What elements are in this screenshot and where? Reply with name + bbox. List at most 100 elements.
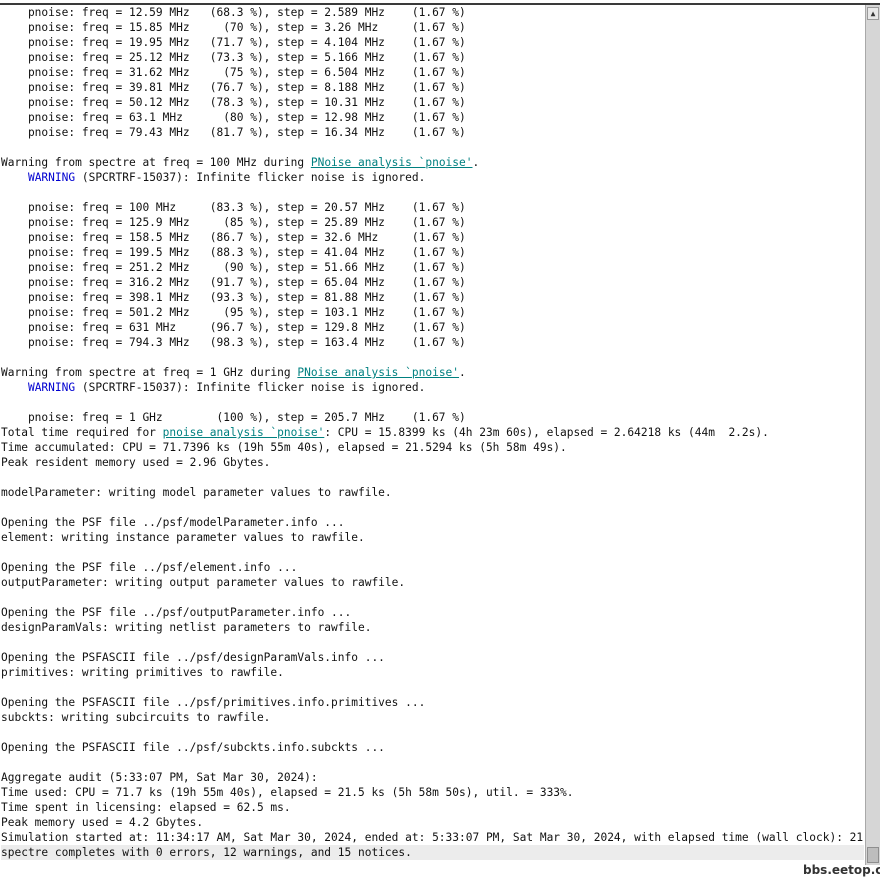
log-text: Opening the PSFASCII file ../psf/primiti… xyxy=(1,696,426,709)
log-text: spectre completes with 0 errors, 12 warn… xyxy=(1,846,412,859)
log-line: pnoise: freq = 25.12 MHz (73.3 %), step … xyxy=(1,50,466,65)
log-text: pnoise: freq = 79.43 MHz (81.7 %), step … xyxy=(1,126,466,139)
log-text: Time used: CPU = 71.7 ks (19h 55m 40s), … xyxy=(1,786,574,799)
vertical-scrollbar[interactable]: ▲ xyxy=(865,5,880,865)
log-line: WARNING (SPCRTRF-15037): Infinite flicke… xyxy=(1,170,425,185)
log-line: WARNING (SPCRTRF-15037): Infinite flicke… xyxy=(1,380,425,395)
log-text: pnoise: freq = 15.85 MHz (70 %), step = … xyxy=(1,21,466,34)
log-line: Warning from spectre at freq = 100 MHz d… xyxy=(1,155,479,170)
log-text: pnoise: freq = 100 MHz (83.3 %), step = … xyxy=(1,201,466,214)
watermark: bbs.eetop.cn xyxy=(803,863,880,877)
log-line: pnoise: freq = 631 MHz (96.7 %), step = … xyxy=(1,320,466,335)
analysis-link[interactable]: PNoise analysis `pnoise' xyxy=(297,366,459,379)
analysis-link[interactable]: PNoise analysis `pnoise' xyxy=(311,156,473,169)
log-line: pnoise: freq = 19.95 MHz (71.7 %), step … xyxy=(1,35,466,50)
log-line: Aggregate audit (5:33:07 PM, Sat Mar 30,… xyxy=(1,770,318,785)
log-text: pnoise: freq = 31.62 MHz (75 %), step = … xyxy=(1,66,466,79)
log-text: Total time required for xyxy=(1,426,163,439)
log-text: pnoise: freq = 1 GHz (100 %), step = 205… xyxy=(1,411,466,424)
log-text: pnoise: freq = 199.5 MHz (88.3 %), step … xyxy=(1,246,466,259)
log-text: Aggregate audit (5:33:07 PM, Sat Mar 30,… xyxy=(1,771,318,784)
log-line: element: writing instance parameter valu… xyxy=(1,530,365,545)
log-line: Opening the PSF file ../psf/modelParamet… xyxy=(1,515,345,530)
log-line: spectre completes with 0 errors, 12 warn… xyxy=(1,845,864,860)
log-line: Total time required for pnoise analysis … xyxy=(1,425,769,440)
log-text: Peak resident memory used = 2.96 Gbytes. xyxy=(1,456,271,469)
log-text: pnoise: freq = 50.12 MHz (78.3 %), step … xyxy=(1,96,466,109)
log-text: Opening the PSF file ../psf/modelParamet… xyxy=(1,516,345,529)
log-line: pnoise: freq = 1 GHz (100 %), step = 205… xyxy=(1,410,466,425)
log-line: pnoise: freq = 158.5 MHz (86.7 %), step … xyxy=(1,230,466,245)
log-line: Time used: CPU = 71.7 ks (19h 55m 40s), … xyxy=(1,785,574,800)
scroll-thumb[interactable] xyxy=(867,847,879,863)
scroll-up-arrow-icon[interactable]: ▲ xyxy=(867,7,879,20)
log-line: pnoise: freq = 199.5 MHz (88.3 %), step … xyxy=(1,245,466,260)
log-text: pnoise: freq = 39.81 MHz (76.7 %), step … xyxy=(1,81,466,94)
log-line: pnoise: freq = 63.1 MHz (80 %), step = 1… xyxy=(1,110,466,125)
log-text: pnoise: freq = 316.2 MHz (91.7 %), step … xyxy=(1,276,466,289)
log-line: Peak resident memory used = 2.96 Gbytes. xyxy=(1,455,270,470)
log-text: Warning from spectre at freq = 100 MHz d… xyxy=(1,156,311,169)
log-text: Time accumulated: CPU = 71.7396 ks (19h … xyxy=(1,441,567,454)
log-line: Simulation started at: 11:34:17 AM, Sat … xyxy=(1,830,864,845)
log-text: designParamVals: writing netlist paramet… xyxy=(1,621,372,634)
log-line: Warning from spectre at freq = 1 GHz dur… xyxy=(1,365,466,380)
log-line: Time accumulated: CPU = 71.7396 ks (19h … xyxy=(1,440,567,455)
log-text: pnoise: freq = 125.9 MHz (85 %), step = … xyxy=(1,216,466,229)
log-line: subckts: writing subcircuits to rawfile. xyxy=(1,710,270,725)
warning-label: WARNING xyxy=(27,171,76,184)
log-text: Simulation started at: 11:34:17 AM, Sat … xyxy=(1,831,864,844)
log-line: Opening the PSF file ../psf/outputParame… xyxy=(1,605,351,620)
log-line: Peak memory used = 4.2 Gbytes. xyxy=(1,815,203,830)
log-text: pnoise: freq = 12.59 MHz (68.3 %), step … xyxy=(1,6,466,19)
log-line: pnoise: freq = 39.81 MHz (76.7 %), step … xyxy=(1,80,466,95)
log-text: Warning from spectre at freq = 1 GHz dur… xyxy=(1,366,298,379)
log-text: pnoise: freq = 63.1 MHz (80 %), step = 1… xyxy=(1,111,466,124)
log-line: pnoise: freq = 12.59 MHz (68.3 %), step … xyxy=(1,5,466,20)
log-line: pnoise: freq = 125.9 MHz (85 %), step = … xyxy=(1,215,466,230)
log-line: pnoise: freq = 251.2 MHz (90 %), step = … xyxy=(1,260,466,275)
warning-label: WARNING xyxy=(27,381,76,394)
log-text: . xyxy=(459,366,466,379)
log-line: outputParameter: writing output paramete… xyxy=(1,575,405,590)
log-line: pnoise: freq = 31.62 MHz (75 %), step = … xyxy=(1,65,466,80)
log-text: pnoise: freq = 19.95 MHz (71.7 %), step … xyxy=(1,36,466,49)
log-text: pnoise: freq = 251.2 MHz (90 %), step = … xyxy=(1,261,466,274)
log-text: : CPU = 15.8399 ks (4h 23m 60s), elapsed… xyxy=(324,426,769,439)
log-text: . xyxy=(472,156,480,169)
log-text: Opening the PSF file ../psf/outputParame… xyxy=(1,606,352,619)
log-text: subckts: writing subcircuits to rawfile. xyxy=(1,711,271,724)
log-line: pnoise: freq = 794.3 MHz (98.3 %), step … xyxy=(1,335,466,350)
log-text: Opening the PSF file ../psf/element.info… xyxy=(1,561,298,574)
log-text: pnoise: freq = 501.2 MHz (95 %), step = … xyxy=(1,306,466,319)
log-line: pnoise: freq = 100 MHz (83.3 %), step = … xyxy=(1,200,466,215)
log-line: Opening the PSFASCII file ../psf/subckts… xyxy=(1,740,385,755)
log-text: pnoise: freq = 631 MHz (96.7 %), step = … xyxy=(1,321,466,334)
log-line: designParamVals: writing netlist paramet… xyxy=(1,620,371,635)
log-line: pnoise: freq = 15.85 MHz (70 %), step = … xyxy=(1,20,466,35)
log-text: pnoise: freq = 25.12 MHz (73.3 %), step … xyxy=(1,51,466,64)
log-line: pnoise: freq = 501.2 MHz (95 %), step = … xyxy=(1,305,466,320)
log-text: pnoise: freq = 794.3 MHz (98.3 %), step … xyxy=(1,336,466,349)
log-text: Peak memory used = 4.2 Gbytes. xyxy=(1,816,204,829)
log-text: outputParameter: writing output paramete… xyxy=(1,576,406,589)
log-text: (SPCRTRF-15037): Infinite flicker noise … xyxy=(75,381,426,394)
log-line: Time spent in licensing: elapsed = 62.5 … xyxy=(1,800,291,815)
simulation-log-output[interactable]: pnoise: freq = 12.59 MHz (68.3 %), step … xyxy=(0,5,864,862)
log-line: pnoise: freq = 316.2 MHz (91.7 %), step … xyxy=(1,275,466,290)
log-text: element: writing instance parameter valu… xyxy=(1,531,365,544)
log-text: pnoise: freq = 398.1 MHz (93.3 %), step … xyxy=(1,291,466,304)
log-text: modelParameter: writing model parameter … xyxy=(1,486,392,499)
log-text: primitives: writing primitives to rawfil… xyxy=(1,666,284,679)
log-text: Opening the PSFASCII file ../psf/designP… xyxy=(1,651,385,664)
log-text: pnoise: freq = 158.5 MHz (86.7 %), step … xyxy=(1,231,466,244)
log-line: primitives: writing primitives to rawfil… xyxy=(1,665,284,680)
log-line: pnoise: freq = 79.43 MHz (81.7 %), step … xyxy=(1,125,466,140)
log-text: (SPCRTRF-15037): Infinite flicker noise … xyxy=(75,171,426,184)
log-text: Opening the PSFASCII file ../psf/subckts… xyxy=(1,741,385,754)
analysis-link[interactable]: pnoise analysis `pnoise' xyxy=(163,426,325,439)
log-line: Opening the PSFASCII file ../psf/primiti… xyxy=(1,695,425,710)
log-line: pnoise: freq = 50.12 MHz (78.3 %), step … xyxy=(1,95,466,110)
